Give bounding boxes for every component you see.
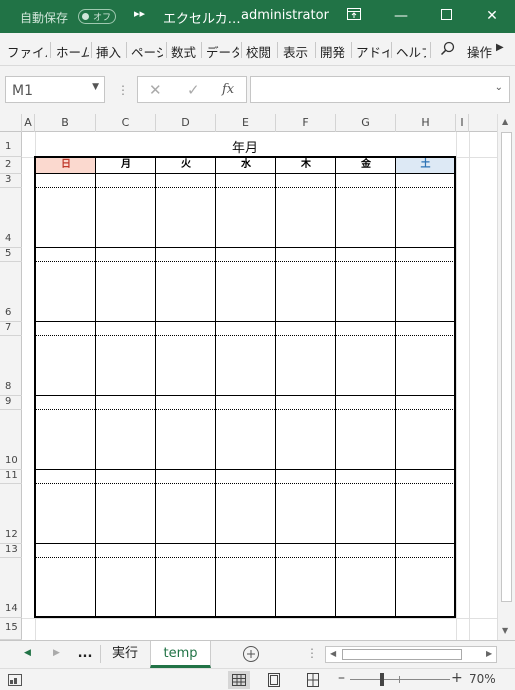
zoom-out-icon[interactable]: – xyxy=(338,670,345,686)
column-header[interactable]: E xyxy=(216,114,276,132)
column-header[interactable]: B xyxy=(35,114,96,132)
column-header[interactable]: I xyxy=(456,114,469,132)
row-header[interactable]: 9 xyxy=(0,396,22,410)
autosave-toggle[interactable]: オフ xyxy=(78,9,116,24)
autosave-label: 自動保存 xyxy=(20,11,69,25)
insert-function-icon[interactable]: fx xyxy=(222,82,234,97)
tell-me-label[interactable]: 操作 xyxy=(467,42,493,61)
enter-check-icon[interactable]: ✓ xyxy=(187,81,200,99)
tab-insert[interactable]: 挿入 xyxy=(96,42,124,61)
h-scroll-thumb[interactable] xyxy=(342,649,462,660)
calendar-frame xyxy=(34,156,456,618)
row-headers: 1 2 3 4 5 6 7 8 9 10 11 12 13 14 15 xyxy=(0,132,22,640)
row-header[interactable]: 14 xyxy=(0,558,22,618)
name-box-value: M1 xyxy=(12,83,33,99)
page-break-preview-icon[interactable] xyxy=(305,672,321,690)
row-header[interactable]: 10 xyxy=(0,410,22,470)
column-header[interactable]: A xyxy=(22,114,35,132)
ribbon-tabs: ファイル ホーム 挿入 ページ 数式 データ 校閲 表示 開発 アドイ ヘルプ … xyxy=(0,33,515,66)
quick-access-more-icon[interactable]: ▸▸ xyxy=(134,7,145,20)
sheet-tab-temp[interactable]: temp xyxy=(150,641,211,668)
column-header[interactable]: H xyxy=(396,114,456,132)
expand-formula-icon[interactable]: ⌄ xyxy=(495,82,503,93)
column-header[interactable]: F xyxy=(276,114,336,132)
more-options-icon[interactable]: ⋮ xyxy=(117,83,129,97)
tab-developer[interactable]: 開発 xyxy=(320,42,348,61)
title-bar: 自動保存 オフ ▸▸ エクセルカ… administrator — ✕ xyxy=(0,0,515,33)
tab-data[interactable]: データ xyxy=(206,42,239,61)
zoom-level[interactable]: 70% xyxy=(469,672,496,686)
formula-buttons: ✕ ✓ fx xyxy=(137,76,247,103)
worksheet-grid[interactable]: A B C D E F G H I 1 2 3 4 5 6 7 8 9 10 1… xyxy=(0,114,515,640)
calendar-title: 年月 xyxy=(231,141,258,156)
column-header[interactable]: D xyxy=(156,114,216,132)
tab-formulas[interactable]: 数式 xyxy=(171,42,199,61)
zoom-slider[interactable] xyxy=(350,679,450,680)
add-sheet-icon[interactable] xyxy=(242,645,260,667)
ribbon-display-icon[interactable] xyxy=(341,4,367,28)
row-header[interactable]: 12 xyxy=(0,484,22,544)
row-header[interactable]: 7 xyxy=(0,322,22,336)
tab-file[interactable]: ファイル xyxy=(7,42,47,61)
search-icon[interactable] xyxy=(440,41,455,60)
scroll-right-icon[interactable]: ▶ xyxy=(486,649,492,658)
sheet-tab-jikko[interactable]: 実行 xyxy=(101,641,149,668)
maximize-icon[interactable] xyxy=(433,4,459,28)
select-all-corner[interactable] xyxy=(0,114,22,132)
page-layout-view-icon[interactable] xyxy=(266,672,282,690)
tab-review[interactable]: 校閲 xyxy=(246,42,274,61)
scroll-left-icon[interactable]: ◀ xyxy=(330,649,336,658)
row-header[interactable]: 1 xyxy=(0,132,22,157)
scroll-thumb[interactable] xyxy=(501,132,512,602)
row-header[interactable]: 4 xyxy=(0,188,22,248)
row-header[interactable]: 11 xyxy=(0,470,22,484)
file-name[interactable]: エクセルカ… xyxy=(163,8,241,27)
tab-page-layout[interactable]: ページ xyxy=(131,42,163,61)
row-header[interactable]: 3 xyxy=(0,174,22,188)
scroll-up-icon[interactable]: ▲ xyxy=(502,117,508,126)
column-headers: A B C D E F G H I xyxy=(0,114,515,132)
row-header[interactable]: 8 xyxy=(0,336,22,396)
row-header[interactable]: 2 xyxy=(0,157,22,174)
chevron-down-icon[interactable]: ▼ xyxy=(92,82,99,92)
column-header[interactable]: G xyxy=(336,114,396,132)
zoom-slider-thumb[interactable] xyxy=(380,673,384,686)
name-box[interactable]: M1 ▼ xyxy=(5,76,105,103)
tab-scroll-left-icon[interactable]: ◀ xyxy=(24,648,31,658)
more-options-icon[interactable]: ⋮ xyxy=(306,646,318,660)
row-header[interactable]: 6 xyxy=(0,262,22,322)
tab-help[interactable]: ヘルプ xyxy=(396,42,426,61)
row-header[interactable]: 13 xyxy=(0,544,22,558)
row-header[interactable]: 15 xyxy=(0,618,22,640)
cancel-icon[interactable]: ✕ xyxy=(149,81,162,99)
formula-input[interactable]: ⌄ xyxy=(250,76,510,103)
scroll-down-icon[interactable]: ▼ xyxy=(502,626,508,635)
formula-bar-area: M1 ▼ ⋮ ✕ ✓ fx ⌄ xyxy=(0,66,515,114)
column-header[interactable]: C xyxy=(96,114,156,132)
vertical-scrollbar[interactable]: ▲ ▼ xyxy=(497,114,515,640)
status-bar: – + 70% xyxy=(0,668,515,690)
horizontal-scrollbar[interactable]: ◀ ▶ xyxy=(325,646,497,663)
normal-view-icon[interactable] xyxy=(228,671,250,689)
tab-home[interactable]: ホーム xyxy=(56,42,89,61)
autosave-state: オフ xyxy=(93,13,112,23)
minimize-icon[interactable]: — xyxy=(388,4,414,28)
ribbon-scroll-right-icon[interactable]: ▶ xyxy=(496,42,504,53)
macro-record-icon[interactable] xyxy=(8,672,22,690)
tab-scroll-right-icon[interactable]: ▶ xyxy=(53,648,60,658)
close-icon[interactable]: ✕ xyxy=(479,4,505,28)
tab-addins[interactable]: アドイ xyxy=(356,42,389,61)
row-header[interactable]: 5 xyxy=(0,248,22,262)
more-sheets-button[interactable]: ... xyxy=(72,641,98,668)
zoom-in-icon[interactable]: + xyxy=(451,670,463,686)
user-name[interactable]: administrator xyxy=(241,8,329,23)
sheet-tab-bar: ◀ ▶ ... 実行 temp ⋮ ◀ ▶ xyxy=(0,640,515,668)
tab-view[interactable]: 表示 xyxy=(283,42,311,61)
